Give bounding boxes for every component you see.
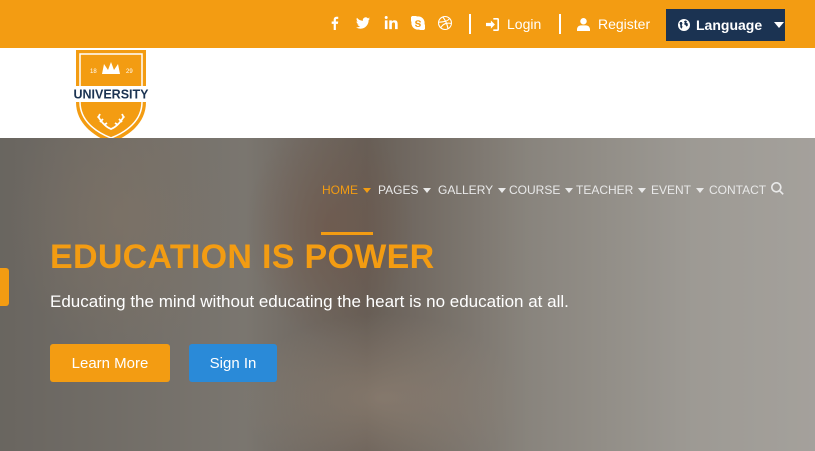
chevron-down-icon [696,187,705,193]
nav-item-pages[interactable]: PAGES [378,183,432,197]
chevron-down-icon [423,187,432,193]
chevron-down-icon [638,187,647,193]
chevron-down-icon [565,187,574,193]
language-dropdown[interactable]: Language [666,9,785,41]
logo-year-right: 29 [126,69,133,75]
logo-year-left: 18 [90,69,97,75]
university-logo[interactable]: 18 29 UNIVERSITY [64,50,158,144]
register-link[interactable]: Register [577,14,650,34]
nav-item-contact[interactable]: CONTACT [709,183,766,197]
user-icon [577,17,590,31]
side-tab[interactable] [0,268,9,306]
nav-label: EVENT [651,183,692,197]
divider [559,14,561,34]
facebook-icon[interactable] [328,16,344,32]
nav-label: HOME [322,183,358,197]
twitter-icon[interactable] [356,16,372,32]
nav-item-home[interactable]: HOME [322,183,371,197]
logo-text: UNIVERSITY [73,88,149,102]
skype-icon[interactable] [410,15,427,32]
nav-label: GALLERY [438,183,494,197]
dribbble-icon[interactable] [438,16,454,32]
nav-label: COURSE [509,183,561,197]
search-icon[interactable] [771,182,787,198]
nav-item-event[interactable]: EVENT [651,183,705,197]
linkedin-icon[interactable] [384,16,400,32]
register-label: Register [598,16,651,32]
login-link[interactable]: Login [486,14,541,34]
sign-in-button[interactable]: Sign In [189,344,277,382]
hero-title: EDUCATION IS POWER [50,238,435,276]
nav-label: TEACHER [576,183,634,197]
sign-in-icon [486,17,499,31]
hero-subtitle: Educating the mind without educating the… [50,292,569,311]
chevron-down-icon [774,22,785,28]
login-label: Login [507,16,542,32]
divider [469,14,471,34]
title-underline [321,232,373,235]
learn-more-button[interactable]: Learn More [50,344,170,382]
globe-icon [678,19,690,31]
chevron-down-icon [363,187,371,193]
nav-item-gallery[interactable]: GALLERY [438,183,507,197]
nav-item-teacher[interactable]: TEACHER [576,183,647,197]
language-label: Language [696,17,763,33]
nav-label: PAGES [378,183,419,197]
hero-banner: HOME PAGES GALLERY COURSE TEACHER EVENT … [0,138,815,451]
chevron-down-icon [498,187,507,193]
nav-label: CONTACT [709,183,767,197]
nav-item-course[interactable]: COURSE [509,183,574,197]
top-bar: Login Register Language [0,0,815,48]
